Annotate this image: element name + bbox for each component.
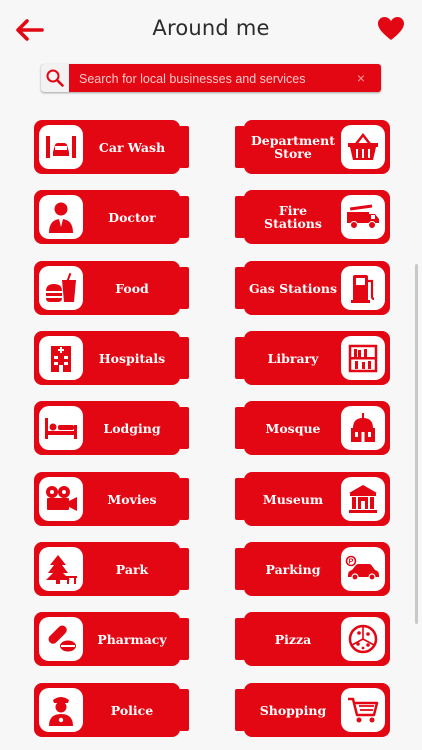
- scrollbar[interactable]: [415, 264, 418, 624]
- category-card-police[interactable]: Police: [34, 683, 189, 737]
- category-label: Food: [115, 280, 149, 296]
- shopping-cart-icon: [341, 688, 385, 732]
- police-icon: [39, 688, 83, 732]
- category-card-shopping[interactable]: Shopping: [235, 683, 392, 737]
- doctor-icon: [39, 195, 83, 239]
- category-label: Doctor: [108, 209, 156, 225]
- around-me-screen: Around me ×: [0, 0, 422, 750]
- category-grid: Car Wash Doctor Food Hospitals Lodging M…: [0, 0, 422, 750]
- category-label: Museum: [262, 491, 324, 507]
- tree-icon: [39, 547, 83, 591]
- category-label: Movies: [107, 491, 157, 507]
- bookshelf-icon: [341, 336, 385, 380]
- category-card-department-store[interactable]: Department Store: [235, 120, 392, 174]
- category-label: Pizza: [274, 631, 312, 647]
- category-card-food[interactable]: Food: [34, 261, 189, 315]
- gas-pump-icon: [341, 266, 385, 310]
- category-card-park[interactable]: Park: [34, 542, 189, 596]
- category-label: Fire Stations: [264, 203, 322, 231]
- category-card-gas-stations[interactable]: Gas Stations: [235, 261, 392, 315]
- category-label: Shopping: [259, 702, 327, 718]
- category-label: Gas Stations: [248, 280, 338, 296]
- food-icon: [39, 266, 83, 310]
- category-label: Parking: [265, 561, 321, 577]
- category-card-car-wash[interactable]: Car Wash: [34, 120, 189, 174]
- category-label: Pharmacy: [97, 631, 167, 647]
- category-label: Mosque: [265, 420, 321, 436]
- museum-icon: [341, 477, 385, 521]
- category-label: Department Store: [250, 133, 336, 161]
- category-card-movies[interactable]: Movies: [34, 472, 189, 526]
- category-card-doctor[interactable]: Doctor: [34, 190, 189, 244]
- fire-truck-icon: [341, 195, 385, 239]
- mosque-icon: [341, 406, 385, 450]
- category-card-lodging[interactable]: Lodging: [34, 401, 189, 455]
- category-card-pharmacy[interactable]: Pharmacy: [34, 612, 189, 666]
- category-label: Hospitals: [98, 350, 166, 366]
- basket-icon: [341, 125, 385, 169]
- car-wash-icon: [39, 125, 83, 169]
- category-label: Lodging: [103, 420, 161, 436]
- pizza-icon: [341, 617, 385, 661]
- svg-text:P: P: [349, 559, 354, 566]
- category-label: Police: [110, 702, 154, 718]
- category-card-mosque[interactable]: Mosque: [235, 401, 392, 455]
- hospital-icon: [39, 336, 83, 380]
- category-card-hospitals[interactable]: Hospitals: [34, 331, 189, 385]
- pills-icon: [39, 617, 83, 661]
- category-label: Park: [115, 561, 149, 577]
- category-label: Car Wash: [98, 139, 166, 155]
- parking-car-icon: P: [341, 547, 385, 591]
- category-card-pizza[interactable]: Pizza: [235, 612, 392, 666]
- category-card-museum[interactable]: Museum: [235, 472, 392, 526]
- movie-camera-icon: [39, 477, 83, 521]
- category-card-library[interactable]: Library: [235, 331, 392, 385]
- category-card-parking[interactable]: P Parking: [235, 542, 392, 596]
- category-card-fire-stations[interactable]: Fire Stations: [235, 190, 392, 244]
- category-label: Library: [267, 350, 319, 366]
- bed-icon: [39, 406, 83, 450]
